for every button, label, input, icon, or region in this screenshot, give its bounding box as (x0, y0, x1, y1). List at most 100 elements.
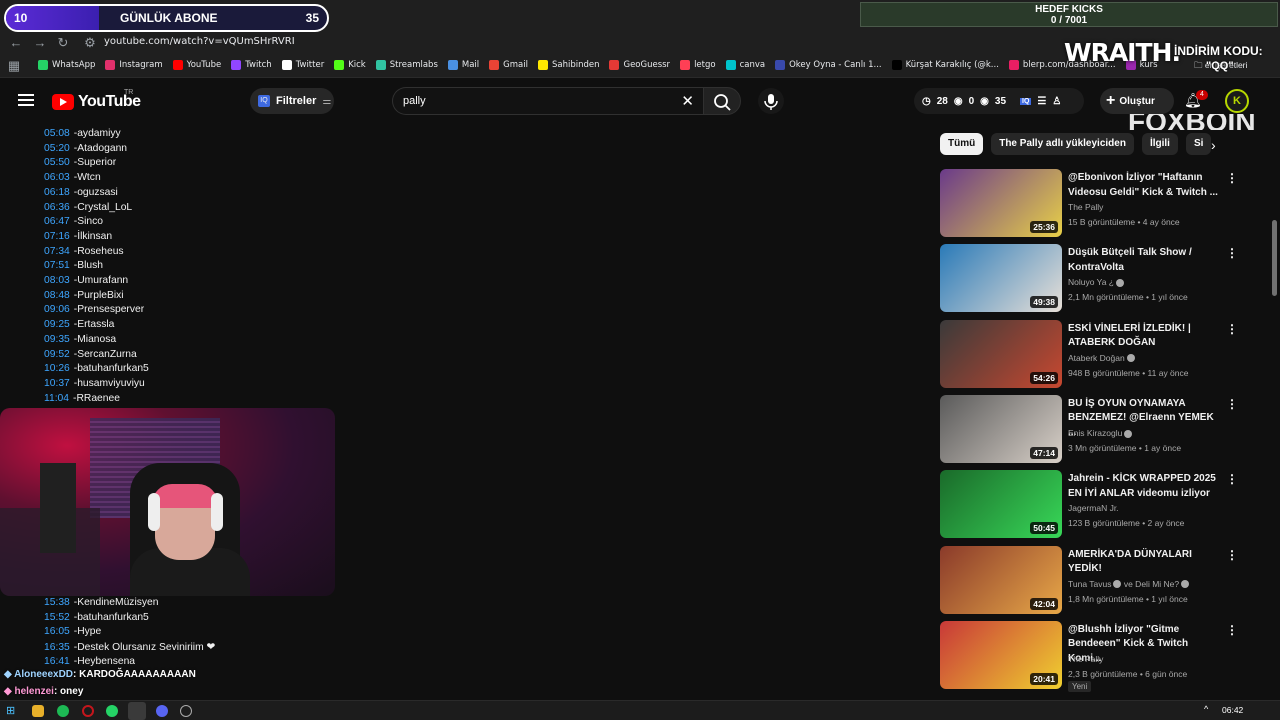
bookmark-item[interactable]: Streamlabs (375, 60, 438, 70)
related-video-item[interactable]: 50:45 Jahrein - KİCK WRAPPED 2025 EN İYİ … (940, 470, 1240, 540)
video-channel[interactable]: Enis Kirazoglu (1068, 428, 1133, 438)
video-thumbnail[interactable]: 25:36 (940, 169, 1062, 237)
chapter-timestamp-link[interactable]: 08:48 (44, 290, 70, 301)
related-video-item[interactable]: 20:41 @Blushh İzliyor "Gitme Bendeeen" Ki… (940, 620, 1240, 692)
chapter-timestamp-link[interactable]: 07:51 (44, 260, 70, 271)
hamburger-menu-icon[interactable] (18, 94, 34, 106)
bookmark-item[interactable]: Kick (334, 60, 366, 70)
chapter-timestamp-link[interactable]: 06:18 (44, 187, 70, 198)
chapter-timestamp-link[interactable]: 09:35 (44, 334, 70, 345)
video-channel[interactable]: Ataberk Doğan (1068, 353, 1135, 363)
video-channel[interactable]: JagermaN Jr. (1068, 503, 1119, 513)
chapter-timestamp-link[interactable]: 16:35 (44, 642, 70, 653)
related-video-item[interactable]: 54:26 ESKİ VİNELERİ İZLEDİK! | ATABERK DO… (940, 319, 1240, 390)
video-title[interactable]: ESKİ VİNELERİ İZLEDİK! | ATABERK DOĞAN (1068, 322, 1218, 351)
video-title[interactable]: Jahrein - KİCK WRAPPED 2025 EN İYİ ANLAR… (1068, 472, 1218, 501)
chapter-timestamp-link[interactable]: 10:37 (44, 378, 70, 389)
search-button[interactable] (703, 87, 741, 115)
video-thumbnail[interactable]: 49:38 (940, 244, 1062, 313)
bookmark-item[interactable]: YouTube (172, 60, 221, 70)
forward-icon[interactable]: → (32, 35, 48, 51)
video-thumbnail[interactable]: 50:45 (940, 470, 1062, 539)
bookmark-item[interactable]: canva (725, 60, 765, 70)
more-options-icon[interactable]: ⋮ (1226, 246, 1238, 260)
bookmark-item[interactable]: WhatsApp (38, 60, 95, 70)
chapter-timestamp-link[interactable]: 10:26 (44, 363, 70, 374)
obs-icon[interactable] (180, 705, 192, 717)
related-video-item[interactable]: 42:04 AMERİKA'DA DÜNYALARI YEDİK! Tuna Tav… (940, 545, 1240, 616)
related-video-item[interactable]: 25:36 @Ebonivon İzliyor "Haftanın Videosu… (940, 169, 1240, 239)
windows-start-icon[interactable]: ⊞ (6, 705, 18, 717)
video-channel[interactable]: Noluyo Ya ¿ (1068, 277, 1124, 287)
chapter-timestamp-link[interactable]: 16:05 (44, 626, 70, 637)
bookmark-item[interactable]: Sahibinden (537, 60, 599, 70)
bookmark-item[interactable]: Gmail (489, 60, 528, 70)
discord-icon[interactable] (156, 705, 168, 717)
clear-search-icon[interactable]: ✕ (681, 92, 694, 110)
chapter-timestamp-link[interactable]: 09:06 (44, 304, 70, 315)
filter-chip[interactable]: İlgili (1141, 133, 1178, 155)
video-thumbnail[interactable]: 42:04 (940, 545, 1062, 614)
more-options-icon[interactable]: ⋮ (1226, 171, 1238, 185)
related-video-item[interactable]: 47:14 BU İŞ OYUN OYNAMAYA BENZEMEZ! @Elra… (940, 394, 1240, 465)
chapter-timestamp-link[interactable]: 09:52 (44, 349, 70, 360)
chapter-timestamp-link[interactable]: 08:03 (44, 275, 70, 286)
chapter-timestamp-link[interactable]: 07:34 (44, 246, 70, 257)
more-options-icon[interactable]: ⋮ (1226, 623, 1238, 637)
opera-icon[interactable] (82, 705, 94, 717)
bookmark-item[interactable]: letgo (680, 60, 716, 70)
scrollbar[interactable] (1272, 220, 1277, 296)
video-thumbnail[interactable]: 54:26 (940, 319, 1062, 388)
video-channel[interactable]: The Pally (1068, 202, 1103, 212)
chapter-timestamp-link[interactable]: 15:38 (44, 597, 70, 608)
address-bar[interactable]: youtube.com/watch?v=vQUmSHrRVRI (104, 36, 295, 47)
bookmark-item[interactable]: Instagram (105, 60, 163, 70)
more-options-icon[interactable]: ⋮ (1226, 548, 1238, 562)
reload-icon[interactable]: ↻ (55, 35, 71, 51)
chrome-active-icon[interactable] (128, 702, 146, 720)
video-channel[interactable]: The Pally (1068, 654, 1103, 664)
bookmark-item[interactable]: Okey Oyna - Canlı 1... (775, 60, 882, 70)
chapter-timestamp-link[interactable]: 06:03 (44, 172, 70, 183)
filter-chip[interactable]: The Pally adlı yükleyiciden (991, 133, 1134, 155)
youtube-logo[interactable]: YouTube TR (52, 89, 141, 111)
whatsapp-icon[interactable] (106, 705, 118, 717)
bookmark-item[interactable]: Mail (447, 60, 479, 70)
video-title[interactable]: Düşük Bütçeli Talk Show / KontraVolta (1068, 246, 1218, 275)
chapter-timestamp-link[interactable]: 05:08 (44, 128, 70, 139)
filter-chip[interactable]: Tümü (940, 133, 984, 155)
chapter-timestamp-link[interactable]: 09:25 (44, 319, 70, 330)
filter-chip[interactable]: Si (1185, 133, 1212, 155)
file-explorer-icon[interactable] (32, 705, 44, 717)
video-thumbnail[interactable]: 47:14 (940, 394, 1062, 463)
chapter-timestamp-link[interactable]: 05:50 (44, 157, 70, 168)
search-input[interactable]: pally ✕ (392, 87, 704, 115)
bookmark-item[interactable]: Twitch (231, 60, 272, 70)
chapter-timestamp-link[interactable]: 05:20 (44, 143, 70, 154)
chapter-timestamp-link[interactable]: 15:52 (44, 612, 70, 623)
bookmark-item[interactable]: Twitter (281, 60, 324, 70)
chapter-timestamp-link[interactable]: 06:47 (44, 216, 70, 227)
chapter-timestamp-link[interactable]: 06:36 (44, 202, 70, 213)
create-button[interactable]: + Oluştur (1100, 88, 1174, 114)
apps-grid-icon[interactable]: ▦ (6, 58, 22, 74)
filters-button[interactable]: IQ Filtreler ⚌ (250, 88, 334, 114)
tray-chevron-icon[interactable]: ^ (1204, 704, 1208, 714)
extension-stats[interactable]: ◷ 28 ◉ 0 ◉ 35 IQ ☰ ♙ (914, 88, 1084, 114)
chapter-timestamp-link[interactable]: 07:16 (44, 231, 70, 242)
more-options-icon[interactable]: ⋮ (1226, 397, 1238, 411)
more-options-icon[interactable]: ⋮ (1226, 322, 1238, 336)
chapter-timestamp-link[interactable]: 16:41 (44, 656, 70, 667)
video-channel[interactable]: Tuna Tavus ve Deli Mi Ne? (1068, 579, 1190, 589)
avatar[interactable]: K (1225, 89, 1249, 113)
back-icon[interactable]: ← (8, 35, 24, 51)
bookmark-item[interactable]: GeoGuessr (609, 60, 670, 70)
related-video-item[interactable]: 49:38 Düşük Bütçeli Talk Show / KontraVol… (940, 244, 1240, 314)
bookmark-item[interactable]: Kürşat Karakılıç (@k... (891, 60, 999, 70)
more-options-icon[interactable]: ⋮ (1226, 472, 1238, 486)
chapter-timestamp-link[interactable]: 11:04 (44, 393, 69, 404)
voice-search-button[interactable] (758, 88, 784, 114)
video-title[interactable]: @Ebonivon İzliyor "Haftanın Videosu Geld… (1068, 171, 1218, 200)
chevron-right-icon[interactable]: › (1211, 137, 1216, 153)
video-thumbnail[interactable]: 20:41 (940, 620, 1062, 689)
